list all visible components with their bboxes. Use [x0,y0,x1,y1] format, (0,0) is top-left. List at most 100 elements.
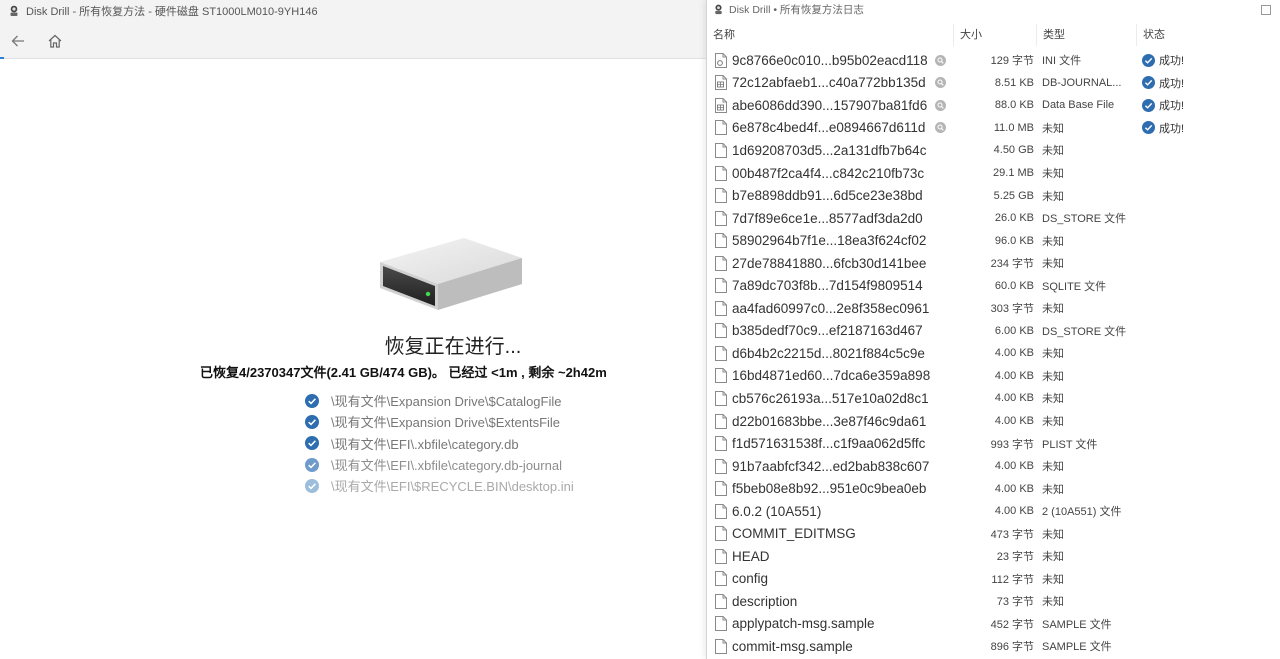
file-name-cell: 6e878c4bed4f...e0894667d611d [707,120,954,136]
file-name: commit-msg.sample [732,638,853,654]
file-type: 未知 [1042,168,1064,180]
recovery-log-window: Disk Drill • 所有恢复方法日志 名称 大小 类型 状态 9c8766… [706,0,1280,659]
window-titlebar[interactable]: Disk Drill - 所有恢复方法 - 硬件磁盘 ST1000LM010-9… [0,0,706,22]
file-size: 6.00 KB [994,324,1034,337]
table-row[interactable]: d6b4b2c2215d...8021f884c5c9e 4.00 KB 未知 [707,342,1280,365]
log-table-body: 9c8766e0c010...b95b02eacd118 129 字节 INI 文件… [707,49,1280,658]
file-name: 6e878c4bed4f...e0894667d611d [732,120,926,136]
file-name: 27de78841880...6fcb30d141bee [732,255,927,271]
table-row[interactable]: 7a89dc703f8b...7d154f9809514 60.0 KB SQLIT… [707,274,1280,297]
column-header-name[interactable]: 名称 [707,24,954,46]
file-name: abe6086dd390...157907ba81fd6 [732,97,928,113]
file-size: 129 字节 [990,55,1034,68]
file-name: 00b487f2ca4f4...c842c210fb73c [732,165,925,181]
table-row[interactable]: 00b487f2ca4f4...c842c210fb73c 29.1 MB 未知 [707,162,1280,185]
file-name-cell: b385dedf70c9...ef2187163d467 [707,323,954,339]
preview-search-icon[interactable] [935,99,946,111]
table-row[interactable]: b7e8898ddb91...6d5ce23e38bd 5.25 GB 未知 [707,184,1280,207]
file-type: DS_STORE 文件 [1042,213,1127,226]
file-name-cell: 58902964b7f1e...18ea3f624cf02 [707,233,954,249]
home-button[interactable] [45,31,65,51]
column-header-size[interactable]: 大小 [954,24,1037,46]
hard-drive-icon [380,238,522,310]
preview-search-icon[interactable] [935,122,946,134]
file-icon [715,638,727,654]
success-check-icon [1142,76,1155,90]
preview-search-icon[interactable] [935,54,946,66]
table-row[interactable]: applypatch-msg.sample 452 字节 SAMPLE 文件 [707,613,1280,636]
file-size: 73 字节 [996,596,1034,609]
checkmark-icon [305,414,319,429]
file-name: 1d69208703d5...2a131dfb7b64c [732,142,927,158]
file-type: 未知 [1042,416,1064,429]
table-row[interactable]: cb576c26193a...517e10a02d8c1 4.00 KB 未知 [707,387,1280,410]
table-row[interactable]: config 112 字节 未知 [707,568,1280,591]
file-type: SAMPLE 文件 [1042,618,1112,631]
file-name: d22b01683bbe...3e87f46c9da61 [732,413,927,429]
file-size: 60.0 KB [994,279,1034,292]
table-row[interactable]: COMMIT_EDITMSG 473 字节 未知 [707,522,1280,545]
file-status: 成功! [1159,55,1185,68]
table-row[interactable]: 6.0.2 (10A551) 4.00 KB 2 (10A551) 文件 [707,500,1280,523]
file-type: SAMPLE 文件 [1042,641,1112,654]
file-name: cb576c26193a...517e10a02d8c1 [732,390,929,406]
file-icon [715,548,727,564]
table-row[interactable]: HEAD 23 字节 未知 [707,545,1280,568]
file-name-cell: COMMIT_EDITMSG [707,526,954,542]
file-name-cell: applypatch-msg.sample [707,616,954,632]
table-row[interactable]: 16bd4871ed60...7dca6e359a898 4.00 KB 未知 [707,365,1280,388]
file-type: 未知 [1042,348,1064,361]
file-size: 234 字节 [990,258,1034,271]
file-name: aa4fad60997c0...2e8f358ec0961 [732,300,930,316]
table-row[interactable]: 1d69208703d5...2a131dfb7b64c 4.50 GB 未知 [707,139,1280,162]
recovery-window: Disk Drill - 所有恢复方法 - 硬件磁盘 ST1000LM010-9… [0,0,706,659]
file-name-cell: f5beb08e8b92...951e0c9bea0eb [707,481,954,497]
checkmark-icon [305,457,319,472]
preview-search-icon[interactable] [935,77,946,89]
file-name: 7d7f89e6ce1e...8577adf3da2d0 [732,210,923,226]
maximize-icon[interactable] [1261,5,1271,15]
table-row[interactable]: 91b7aabfcf342...ed2bab838c607 4.00 KB 未知 [707,455,1280,478]
file-name: 72c12abfaeb1...c40a772bb135d [732,75,926,91]
table-row[interactable]: 6e878c4bed4f...e0894667d611d 11.0 MB 未知 成功! [707,117,1280,140]
file-name-cell: HEAD [707,548,954,564]
table-row[interactable]: 27de78841880...6fcb30d141bee 234 字节 未知 [707,252,1280,275]
file-icon [715,210,727,226]
back-button[interactable] [8,31,28,51]
table-row[interactable]: f5beb08e8b92...951e0c9bea0eb 4.00 KB 未知 [707,477,1280,500]
table-row[interactable]: commit-msg.sample 896 字节 SAMPLE 文件 [707,635,1280,658]
file-name: 7a89dc703f8b...7d154f9809514 [732,278,923,294]
table-row[interactable]: f1d571631538f...c1f9aa062d5ffc 993 字节 PLIS… [707,432,1280,455]
file-icon [715,165,727,181]
table-row[interactable]: 58902964b7f1e...18ea3f624cf02 96.0 KB 未知 [707,229,1280,252]
file-status-cell: 成功! [1137,97,1280,113]
file-icon [715,278,727,294]
file-name-cell: 1d69208703d5...2a131dfb7b64c [707,142,954,158]
progress-indicator [0,57,4,59]
recovery-status-line: 已恢复4/2370347文件(2.41 GB/474 GB)。 已经过 <1m … [200,365,607,380]
database-file-icon [715,75,727,91]
checkmark-icon [305,478,319,493]
file-name-cell: aa4fad60997c0...2e8f358ec0961 [707,300,954,316]
table-row[interactable]: d22b01683bbe...3e87f46c9da61 4.00 KB 未知 [707,410,1280,433]
table-row[interactable]: 7d7f89e6ce1e...8577adf3da2d0 26.0 KB DS_ST… [707,207,1280,230]
recovered-file-path: \现有文件\EFI\.xbfile\category.db-journal [331,458,562,474]
table-row[interactable]: b385dedf70c9...ef2187163d467 6.00 KB DS_ST… [707,320,1280,343]
table-row[interactable]: 72c12abfaeb1...c40a772bb135d 8.51 KB DB-JO… [707,72,1280,95]
file-icon [715,323,727,339]
log-window-titlebar[interactable]: Disk Drill • 所有恢复方法日志 [707,0,1280,18]
file-name-cell: 00b487f2ca4f4...c842c210fb73c [707,165,954,181]
file-name: d6b4b2c2215d...8021f884c5c9e [732,345,925,361]
file-icon [715,142,727,158]
recovered-file-path: \现有文件\Expansion Drive\$ExtentsFile [331,415,561,431]
table-row[interactable]: 9c8766e0c010...b95b02eacd118 129 字节 INI 文件… [707,49,1280,72]
file-size: 4.00 KB [994,482,1034,495]
table-row[interactable]: abe6086dd390...157907ba81fd6 88.0 KB Data … [707,94,1280,117]
table-row[interactable]: description 73 字节 未知 [707,590,1280,613]
file-name-cell: d6b4b2c2215d...8021f884c5c9e [707,345,954,361]
table-row[interactable]: aa4fad60997c0...2e8f358ec0961 303 字节 未知 [707,297,1280,320]
file-icon [715,255,727,271]
file-type: INI 文件 [1042,55,1082,68]
column-header-type[interactable]: 类型 [1037,24,1137,46]
column-header-status[interactable]: 状态 [1137,24,1280,46]
